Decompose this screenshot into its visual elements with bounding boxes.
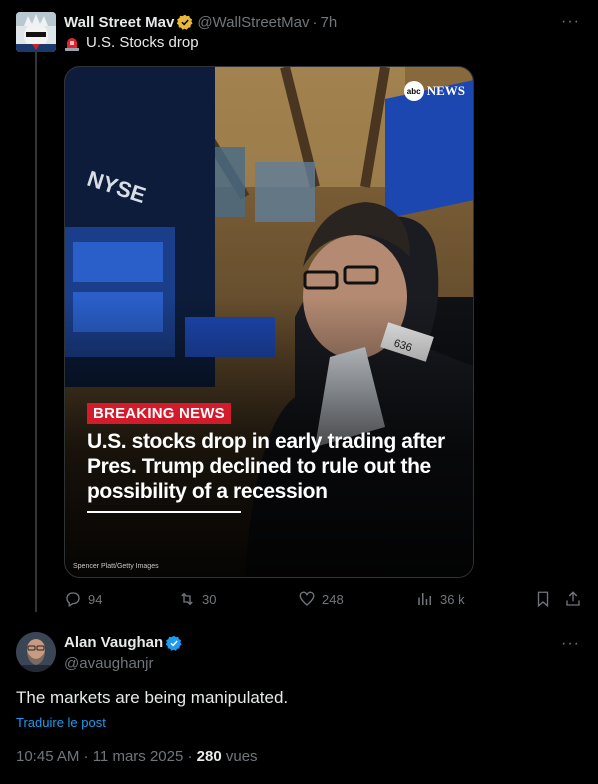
translate-post-link[interactable]: Traduire le post <box>16 715 106 730</box>
post-meta: 10:45 AM · 11 mars 2025 · 280 vues <box>16 748 258 765</box>
views-button[interactable]: 36 k <box>416 590 465 608</box>
abc-news-logo: abc NEWS <box>403 81 465 101</box>
view-count: 280 <box>196 748 222 765</box>
view-count: 36 k <box>440 591 465 607</box>
like-count: 248 <box>322 591 344 607</box>
news-headline: U.S. stocks drop in early trading after … <box>87 430 445 503</box>
more-options-icon[interactable]: ··· <box>561 14 580 30</box>
separator: · <box>312 13 318 31</box>
siren-icon <box>64 35 80 51</box>
reply-count: 94 <box>88 591 103 607</box>
handle[interactable]: @avaughanjr <box>64 655 153 672</box>
reply-button[interactable]: 94 <box>64 590 102 608</box>
breaking-news-label: BREAKING NEWS <box>87 403 231 424</box>
post-text-content: U.S. Stocks drop <box>86 34 199 51</box>
headline-underline <box>87 511 241 513</box>
more-options-icon[interactable]: ··· <box>561 636 580 652</box>
post-actions: 94 30 248 36 k <box>64 590 584 610</box>
photo-credit: Spencer Platt/Getty Images <box>73 563 159 570</box>
abc-logo-circle: abc <box>403 81 424 101</box>
repost-icon <box>181 592 193 606</box>
blue-verified-icon <box>166 635 182 651</box>
post-text: The markets are being manipulated. <box>16 688 289 707</box>
avatar[interactable] <box>16 12 56 52</box>
share-button[interactable] <box>564 590 582 608</box>
views-label: vues <box>221 748 258 765</box>
handle[interactable]: @WallStreetMav <box>197 14 309 31</box>
repost-count: 30 <box>202 591 217 607</box>
thread-line <box>35 52 37 612</box>
repost-button[interactable]: 30 <box>178 590 216 608</box>
reply-icon <box>66 592 80 607</box>
news-image[interactable]: NYSE 636 abc NEWS BREAKING NEWS U.S. sto… <box>64 66 474 578</box>
analytics-icon <box>418 593 431 605</box>
post-text: U.S. Stocks drop <box>64 34 199 51</box>
display-name[interactable]: Wall Street Mav <box>64 14 174 31</box>
timestamp[interactable]: 7h <box>321 14 338 31</box>
like-button[interactable]: 248 <box>298 590 344 608</box>
bookmark-icon <box>537 591 549 608</box>
heart-icon <box>299 591 315 606</box>
abc-logo-text: NEWS <box>426 83 465 98</box>
post-header: Wall Street Mav @WallStreetMav · 7h <box>64 12 337 32</box>
display-name[interactable]: Alan Vaughan <box>64 634 163 651</box>
share-icon <box>566 591 580 606</box>
gold-verified-icon <box>177 14 193 30</box>
timestamp[interactable]: 10:45 AM · 11 mars 2025 · <box>16 748 197 765</box>
post-header: Alan Vaughan <box>64 634 186 651</box>
bookmark-button[interactable] <box>534 590 552 608</box>
avatar[interactable] <box>16 632 56 672</box>
